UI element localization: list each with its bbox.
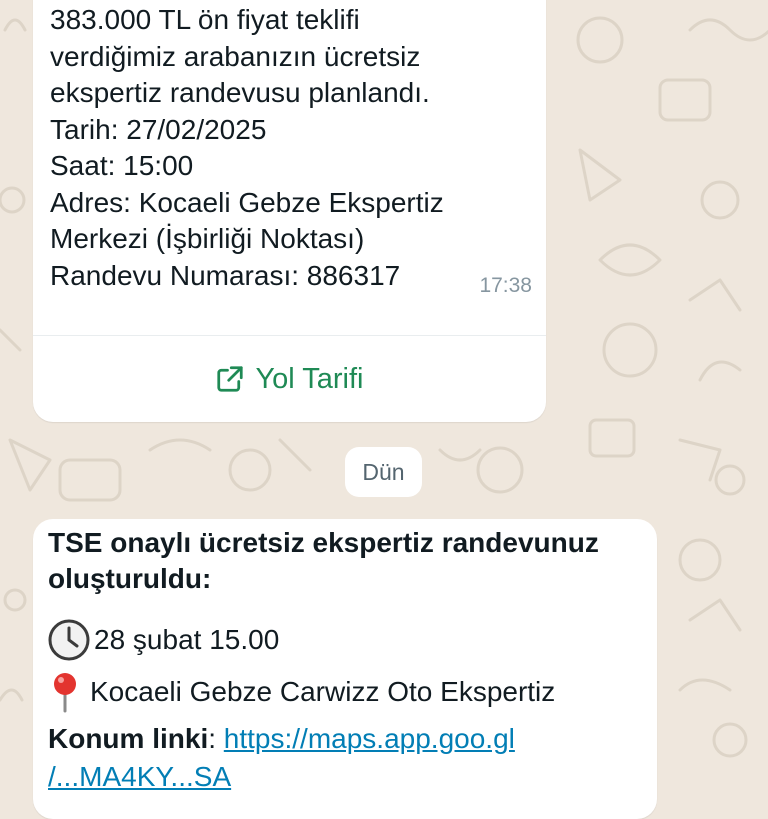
external-link-icon [217,366,244,392]
message-title-line: oluşturuldu: [48,563,212,594]
message-line: 383.000 TL ön fiyat teklifi [50,4,360,35]
directions-button[interactable]: Yol Tarifi [33,336,546,422]
location-link-line: Konum linki: https://maps.app.goo.gl /..… [48,721,648,795]
location-line: Kocaeli Gebze Carwizz Oto Ekspertiz [48,667,648,717]
message-line: Tarih: 27/02/2025 [50,113,267,145]
clock-icon [48,619,90,661]
maps-link[interactable]: https://maps.app.goo.gl [224,723,515,754]
link-separator: : [208,723,224,754]
message-timestamp: 17:38 [479,274,532,297]
directions-button-label: Yol Tarifi [255,362,364,395]
date-divider-label: Dün [362,458,405,485]
link-label: Konum linki [48,723,209,754]
message-line: verdiğimiz arabanızın ücretsiz [50,40,421,72]
date-divider: Dün [345,447,422,497]
date-line-text: 28 şubat 15.00 [94,624,280,655]
date-line: 28 şubat 15.00 [48,615,648,665]
message-bubble-appointment: 383.000 TL ön fiyat teklifi verdiğimiz a… [33,0,546,422]
message-body: 383.000 TL ön fiyat teklifi verdiğimiz a… [50,2,530,294]
maps-link-continued[interactable]: /...MA4KY...SA [48,759,648,795]
message-line: Merkezi (İşbirliği Noktası) [50,223,365,254]
message-title-line: TSE onaylı ücretsiz ekspertiz randevunuz [48,527,599,558]
message-line: Saat: 15:00 [50,150,194,181]
message-line: ekspertiz randevusu planlandı. [50,77,430,108]
location-line-text: Kocaeli Gebze Carwizz Oto Ekspertiz [90,676,556,707]
message-body: TSE onaylı ücretsiz ekspertiz randevunuz… [48,525,648,795]
message-bubble-tse: TSE onaylı ücretsiz ekspertiz randevunuz… [33,519,657,819]
message-line: Adres: Kocaeli Gebze Ekspertiz [50,186,444,218]
pin-icon [54,673,76,713]
message-line: Randevu Numarası: 886317 [50,259,401,291]
